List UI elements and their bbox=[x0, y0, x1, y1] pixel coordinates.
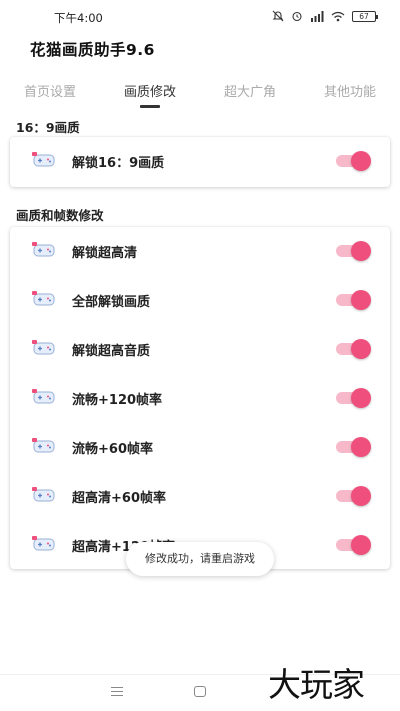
list-item: 解锁16：9画质 bbox=[10, 137, 390, 186]
page-title: 花猫画质助手9.6 bbox=[30, 41, 155, 59]
toggle-switch[interactable] bbox=[336, 388, 371, 408]
list-item: 流畅+120帧率 bbox=[10, 374, 390, 423]
tab-wide-angle[interactable]: 超大广角 bbox=[200, 76, 300, 110]
wifi-icon bbox=[331, 11, 345, 21]
notifications-off-icon bbox=[272, 10, 284, 22]
row-label: 超高清+60帧率 bbox=[72, 491, 166, 506]
list-item: 全部解锁画质 bbox=[10, 276, 390, 325]
toast-message: 修改成功，请重启游戏 bbox=[126, 542, 274, 576]
list-item: 流畅+60帧率 bbox=[10, 423, 390, 472]
section-title-quality-fps: 画质和帧数修改 bbox=[16, 208, 104, 223]
gamepad-icon bbox=[32, 438, 55, 453]
tab-bar: 首页设置 画质修改 超大广角 其他功能 bbox=[0, 76, 400, 110]
tab-other-functions[interactable]: 其他功能 bbox=[300, 76, 400, 110]
row-label: 解锁16：9画质 bbox=[72, 156, 165, 171]
toggle-switch[interactable] bbox=[336, 437, 371, 457]
toggle-switch[interactable] bbox=[336, 535, 371, 555]
list-item: 解锁超高音质 bbox=[10, 325, 390, 374]
status-time: 下午4:00 bbox=[54, 11, 103, 25]
gamepad-icon bbox=[32, 340, 55, 355]
tab-quality-modify[interactable]: 画质修改 bbox=[100, 76, 200, 110]
row-label: 解锁超高清 bbox=[72, 246, 138, 261]
list-item: 解锁超高清 bbox=[10, 227, 390, 276]
menu-icon[interactable] bbox=[111, 687, 123, 696]
row-label: 流畅+120帧率 bbox=[72, 393, 163, 408]
row-label: 全部解锁画质 bbox=[72, 295, 151, 310]
gamepad-icon bbox=[32, 487, 55, 502]
row-label: 解锁超高音质 bbox=[72, 344, 151, 359]
gamepad-icon bbox=[32, 536, 55, 551]
settings-card-quality-fps: 解锁超高清 全部解锁画质 解锁超高音质 流畅+120帧率 流畅+60帧率 超高清… bbox=[10, 227, 390, 569]
alarm-icon bbox=[292, 11, 302, 22]
tab-home-settings[interactable]: 首页设置 bbox=[0, 76, 100, 110]
status-bar: 下午4:00 67 bbox=[0, 0, 400, 34]
toggle-switch[interactable] bbox=[336, 339, 371, 359]
row-label: 流畅+60帧率 bbox=[72, 442, 153, 457]
list-item: 超高清+60帧率 bbox=[10, 472, 390, 521]
toggle-switch[interactable] bbox=[336, 241, 371, 261]
signal-icon bbox=[311, 10, 324, 22]
gamepad-icon bbox=[32, 152, 55, 167]
battery-icon: 67 bbox=[352, 10, 378, 22]
settings-card-aspect: 解锁16：9画质 bbox=[10, 137, 390, 187]
gamepad-icon bbox=[32, 291, 55, 306]
watermark: 大玩家 bbox=[268, 665, 365, 704]
toggle-switch[interactable] bbox=[336, 486, 371, 506]
status-icons: 67 bbox=[272, 10, 378, 22]
toggle-switch[interactable] bbox=[336, 151, 371, 171]
toggle-switch[interactable] bbox=[336, 290, 371, 310]
section-title-aspect: 16：9画质 bbox=[16, 120, 80, 135]
home-icon[interactable] bbox=[194, 686, 206, 697]
gamepad-icon bbox=[32, 389, 55, 404]
gamepad-icon bbox=[32, 242, 55, 257]
